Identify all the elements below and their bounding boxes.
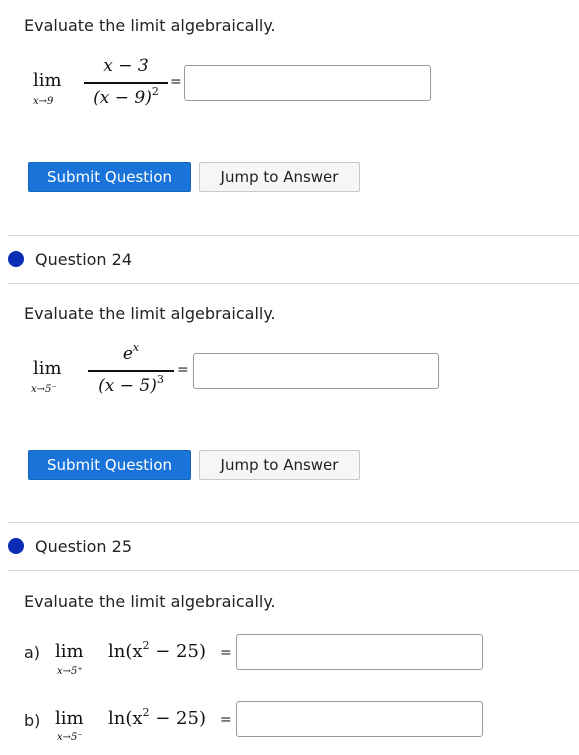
q24-prompt: Evaluate the limit algebraically.	[24, 304, 276, 323]
q25-title: Question 25	[35, 537, 133, 556]
q25-part-a-expression: ln(x2 − 25)	[108, 639, 206, 662]
divider	[8, 235, 579, 236]
q25-part-b-answer-input[interactable]	[236, 701, 483, 737]
q25-part-a-answer-input[interactable]	[236, 634, 483, 670]
q23-denominator-exponent: 2	[151, 85, 159, 98]
q25-part-a-equals: =	[220, 645, 232, 661]
q24-numerator-base: e	[122, 344, 133, 364]
q24-jump-to-answer-button[interactable]: Jump to Answer	[199, 450, 360, 480]
q25-part-a-lim-subscript: x→5⁺	[57, 666, 83, 677]
q25-part-b-lim-subscript: x→5⁻	[57, 732, 83, 743]
q25-part-a-expr-tail: − 25)	[149, 641, 206, 662]
q25-part-a-exponent: 2	[142, 639, 150, 652]
q24-denominator-base: (x − 5)	[98, 376, 157, 396]
q25-prompt: Evaluate the limit algebraically.	[24, 592, 276, 611]
q23-lim-subscript: x→9	[33, 96, 54, 107]
q23-submit-button[interactable]: Submit Question	[28, 162, 191, 192]
q23-equals: =	[170, 74, 182, 90]
q24-numerator-exponent: x	[132, 341, 140, 354]
q23-fraction-bar	[84, 82, 168, 84]
q24-lim-subscript: x→5⁻	[31, 384, 57, 395]
q23-prompt: Evaluate the limit algebraically.	[24, 16, 276, 35]
q25-part-b-expr-head: ln(x	[108, 708, 143, 729]
q24-denominator: (x − 5)3	[88, 373, 174, 396]
q25-part-a-lim: lim	[55, 641, 84, 662]
q24-fraction-bar	[88, 370, 174, 372]
q24-answer-input[interactable]	[193, 353, 439, 389]
q23-lim: lim	[33, 70, 62, 91]
q24-lim: lim	[33, 358, 62, 379]
q25-part-b-lim: lim	[55, 708, 84, 729]
q24-numerator: ex	[88, 341, 174, 364]
q23-numerator: x − 3	[103, 56, 149, 76]
q23-jump-to-answer-button[interactable]: Jump to Answer	[199, 162, 360, 192]
divider	[8, 522, 579, 523]
q25-part-b-expr-tail: − 25)	[149, 708, 206, 729]
q23-denominator: (x − 9)2	[84, 85, 168, 108]
q25-part-b-exponent: 2	[142, 706, 150, 719]
question-status-dot	[8, 538, 24, 554]
divider	[8, 283, 579, 284]
q25-part-b-expression: ln(x2 − 25)	[108, 706, 206, 729]
q25-part-a-expr-head: ln(x	[108, 641, 143, 662]
q24-denominator-exponent: 3	[156, 373, 164, 386]
q23-denominator-base: (x − 9)	[93, 88, 152, 108]
divider	[8, 570, 579, 571]
q25-part-b-equals: =	[220, 712, 232, 728]
q25-part-b-label: b)	[24, 711, 41, 730]
q24-equals: =	[177, 362, 189, 378]
q23-answer-input[interactable]	[184, 65, 431, 101]
question-status-dot	[8, 251, 24, 267]
q25-part-a-label: a)	[24, 643, 41, 662]
q24-submit-button[interactable]: Submit Question	[28, 450, 191, 480]
q24-title: Question 24	[35, 250, 133, 269]
